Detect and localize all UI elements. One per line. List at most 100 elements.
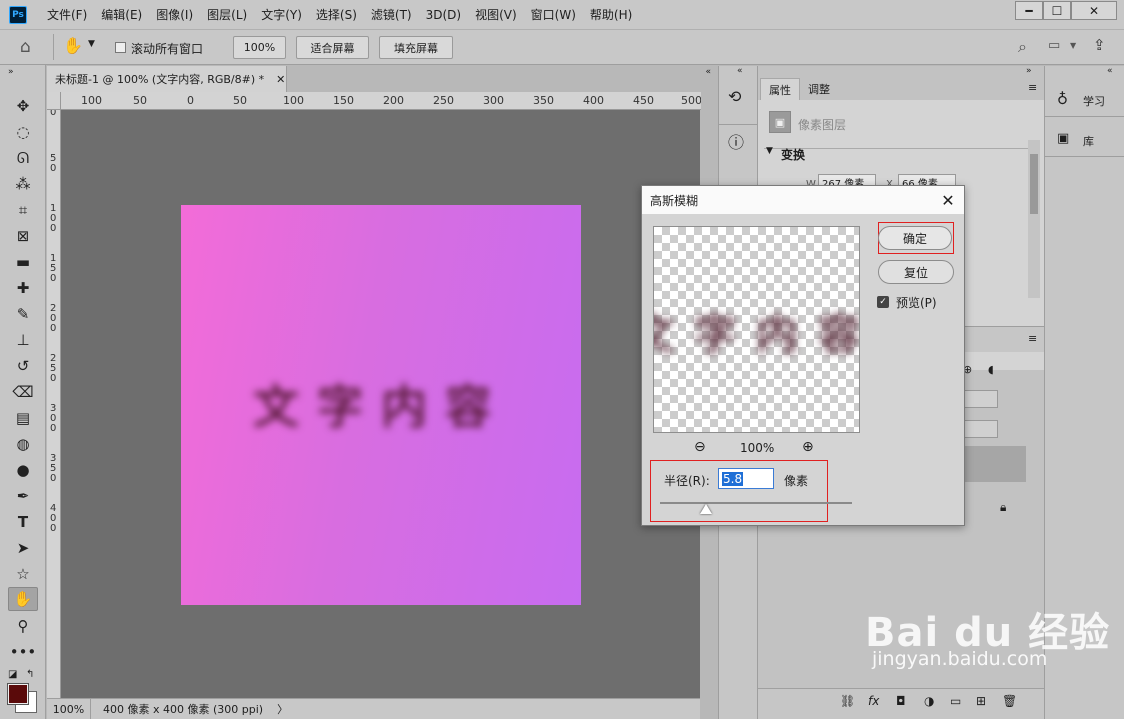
zoom-tool-icon[interactable]: ⚲ <box>8 614 38 638</box>
mask-icon[interactable]: ◘ <box>896 694 906 708</box>
collapse-arrows-icon[interactable]: « <box>737 66 743 76</box>
new-layer-icon[interactable]: ⊞ <box>976 694 986 708</box>
healing-brush-icon[interactable]: ✚ <box>8 276 38 300</box>
radius-slider-track[interactable] <box>660 502 852 504</box>
magic-wand-icon[interactable]: ⁂ <box>8 172 38 196</box>
fill-screen-button[interactable]: 填充屏幕 <box>379 36 453 59</box>
panel-menu-icon[interactable]: ≡ <box>1028 332 1037 345</box>
dialog-titlebar[interactable]: 高斯模糊 <box>642 186 964 214</box>
hand-tool-icon[interactable]: ✋ <box>8 587 38 611</box>
lasso-tool-icon[interactable]: ᘏ <box>8 146 38 170</box>
blur-tool-icon[interactable]: ◍ <box>8 432 38 456</box>
group-folder-icon[interactable]: ▭ <box>950 694 961 708</box>
menu-3d[interactable]: 3D(D) <box>426 8 461 22</box>
ruler-tool-icon[interactable]: ▬ <box>8 250 38 274</box>
radius-slider-handle[interactable] <box>700 504 713 514</box>
zoom-100-button[interactable]: 100% <box>233 36 286 59</box>
chevron-down-icon[interactable]: ▼ <box>88 39 95 49</box>
radius-input[interactable]: 5.8 <box>718 468 774 489</box>
ok-button[interactable]: 确定 <box>878 226 952 250</box>
tab-adjustments[interactable]: 调整 <box>800 78 838 100</box>
zoom-readout[interactable]: 100% <box>47 698 91 719</box>
minimize-button[interactable]: ━ <box>1015 1 1043 20</box>
workspace-icon[interactable]: ▭ <box>1048 38 1060 53</box>
type-tool-icon[interactable]: T <box>8 510 38 534</box>
blur-preview[interactable]: 文字内容 <box>653 226 860 433</box>
toggle-icon[interactable]: ◖ <box>988 363 994 376</box>
zoom-out-icon[interactable]: ⊖ <box>694 439 706 455</box>
vertical-ruler: 0 5 0 1 0 0 1 5 0 2 0 0 2 5 0 3 0 0 3 5 … <box>47 110 61 698</box>
preview-label[interactable]: 预览(P) <box>896 294 937 311</box>
foreground-color-swatch[interactable] <box>7 683 29 705</box>
brush-tool-icon[interactable]: ✎ <box>8 302 38 326</box>
pen-tool-icon[interactable]: ✒ <box>8 484 38 508</box>
path-select-icon[interactable]: ➤ <box>8 536 38 560</box>
canvas-workspace[interactable]: 文字内容 <box>61 110 700 698</box>
close-tab-icon[interactable]: ✕ <box>276 73 285 86</box>
learn-label[interactable]: 学习 <box>1083 93 1105 109</box>
shape-tool-icon[interactable]: ☆ <box>8 562 38 586</box>
home-icon[interactable]: ⌂ <box>20 37 31 57</box>
zoom-in-icon[interactable]: ⊕ <box>802 439 814 455</box>
menu-edit[interactable]: 编辑(E) <box>101 6 142 23</box>
tab-properties[interactable]: 属性 <box>760 78 800 100</box>
menu-help[interactable]: 帮助(H) <box>590 6 632 23</box>
crop-tool-icon[interactable]: ⌗ <box>8 198 38 222</box>
history-brush-icon[interactable]: ↺ <box>8 354 38 378</box>
lightbulb-icon: ♁ <box>1057 90 1068 108</box>
collapse-arrows-icon[interactable]: « <box>705 67 711 77</box>
search-icon[interactable]: ⌕ <box>1018 37 1027 57</box>
document-canvas[interactable]: 文字内容 <box>181 205 581 605</box>
more-tools-icon[interactable]: ••• <box>8 640 38 664</box>
hand-tool-icon[interactable]: ✋ <box>63 36 83 55</box>
adjustment-layer-icon[interactable]: ◑ <box>924 694 934 708</box>
default-colors-icon[interactable]: ◪ <box>8 669 17 680</box>
menu-window[interactable]: 窗口(W) <box>531 6 576 23</box>
preview-zoom: 100% <box>740 441 775 455</box>
ruler-label: 3 5 0 <box>50 453 57 484</box>
stamp-tool-icon[interactable]: ⊥ <box>8 328 38 352</box>
fx-icon[interactable]: fx <box>868 694 879 708</box>
collapse-arrows-icon[interactable]: » <box>8 67 14 77</box>
status-arrow-icon[interactable]: 〉 <box>277 701 288 717</box>
dodge-tool-icon[interactable]: ● <box>8 458 38 482</box>
frame-tool-icon[interactable]: ⊠ <box>8 224 38 248</box>
chevron-down-icon[interactable]: ▼ <box>1070 41 1076 50</box>
radius-label: 半径(R): <box>664 474 710 488</box>
minimize-icon: ━ <box>1025 3 1033 18</box>
collapse-arrows-icon[interactable]: » <box>1026 66 1032 76</box>
info-panel-icon[interactable]: ⓘ <box>728 129 744 153</box>
marquee-tool-icon[interactable]: ◌ <box>8 120 38 144</box>
share-icon[interactable]: ⇪ <box>1093 36 1106 54</box>
panel-menu-icon[interactable]: ≡ <box>1028 81 1037 94</box>
history-panel-icon[interactable]: ⟲ <box>728 87 741 106</box>
document-tab[interactable]: 未标题-1 @ 100% (文字内容, RGB/8#) * ✕ <box>47 66 287 92</box>
lock-icon[interactable]: 🔒︎ <box>1000 500 1006 515</box>
maximize-button[interactable]: ☐ <box>1043 1 1071 20</box>
move-tool-icon[interactable]: ✥ <box>8 94 38 118</box>
ruler-label: 300 <box>483 94 504 107</box>
preview-checkbox[interactable]: ✓ <box>877 296 889 308</box>
collapse-arrows-icon[interactable]: « <box>1107 66 1113 76</box>
eraser-tool-icon[interactable]: ⌫ <box>8 380 38 404</box>
menu-filter[interactable]: 滤镜(T) <box>371 6 412 23</box>
gradient-tool-icon[interactable]: ▤ <box>8 406 38 430</box>
scrollbar-thumb[interactable] <box>1030 154 1038 214</box>
menu-type[interactable]: 文字(Y) <box>261 6 302 23</box>
scroll-all-checkbox[interactable] <box>115 42 126 53</box>
menu-file[interactable]: 文件(F) <box>47 6 87 23</box>
menu-select[interactable]: 选择(S) <box>316 6 357 23</box>
trash-icon[interactable]: 🗑︎ <box>1002 694 1017 708</box>
close-window-button[interactable]: ✕ <box>1071 1 1117 20</box>
chevron-down-icon[interactable]: ▼ <box>766 146 773 156</box>
menu-image[interactable]: 图像(I) <box>156 6 193 23</box>
transform-heading: 变换 <box>781 148 806 162</box>
library-label[interactable]: 库 <box>1083 133 1094 149</box>
menu-view[interactable]: 视图(V) <box>475 6 517 23</box>
close-icon[interactable]: ✕ <box>938 190 958 210</box>
fit-screen-button[interactable]: 适合屏幕 <box>296 36 369 59</box>
menu-layer[interactable]: 图层(L) <box>207 6 247 23</box>
link-layers-icon[interactable]: ⛓ <box>840 694 855 708</box>
swap-colors-icon[interactable]: ↰ <box>26 669 34 680</box>
reset-button[interactable]: 复位 <box>878 260 954 284</box>
